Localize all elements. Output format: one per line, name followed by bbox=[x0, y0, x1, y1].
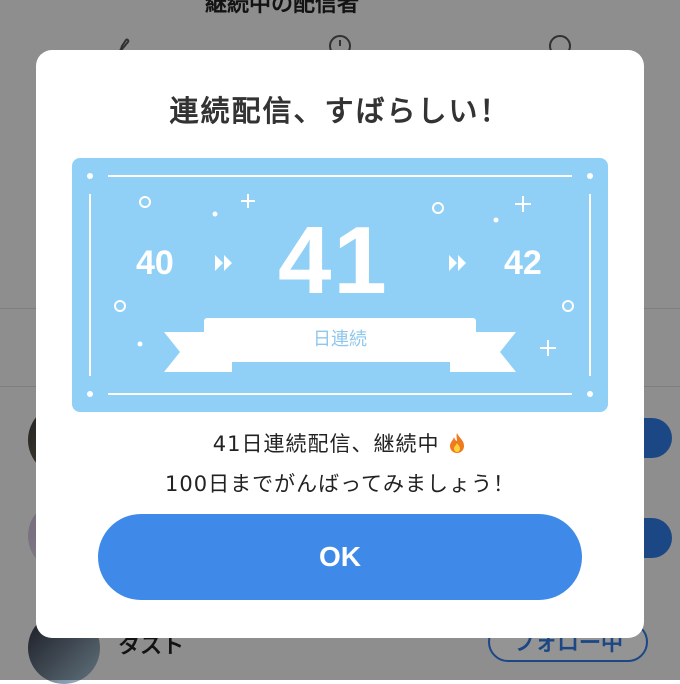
fire-icon bbox=[450, 433, 465, 453]
previous-day-count: 40 bbox=[136, 244, 174, 282]
ok-button[interactable]: OK bbox=[98, 514, 582, 600]
current-day-count: 41 bbox=[278, 207, 389, 314]
ribbon-label: 日連続 bbox=[204, 318, 476, 362]
streak-message-text: 41日連続配信、継続中 bbox=[212, 432, 440, 456]
next-day-count: 42 bbox=[504, 244, 542, 282]
streak-message: 41日連続配信、継続中 bbox=[0, 428, 680, 458]
double-chevron-right-icon bbox=[449, 255, 466, 271]
modal-title: 連続配信、すばらしい！ bbox=[169, 94, 511, 128]
encouragement-message: 100日までがんばってみましょう！ bbox=[164, 472, 516, 496]
double-chevron-right-icon bbox=[215, 255, 232, 271]
